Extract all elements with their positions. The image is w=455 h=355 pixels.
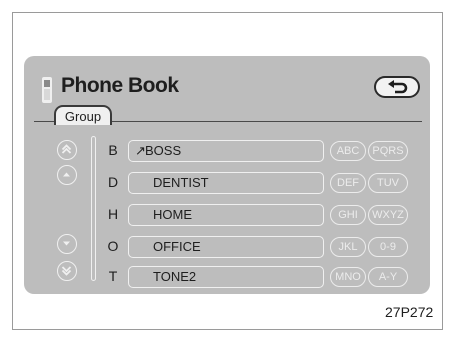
index-letter: H [107,206,119,222]
entry-name: TONE2 [153,269,197,284]
return-arrow-icon [388,80,408,94]
list-item-boss[interactable]: ↗ BOSS [128,140,324,162]
letter-button-pqrs[interactable]: PQRS [368,141,408,161]
chevron-up-icon [63,172,70,177]
page-down-button[interactable] [57,261,77,281]
phone-icon [42,77,52,103]
entry-name: DENTIST [153,175,209,190]
letter-button-jkl[interactable]: JKL [330,237,366,257]
list-item-home[interactable]: HOME [128,204,324,226]
page-title: Phone Book [61,74,179,97]
tab-group[interactable]: Group [54,105,112,125]
entry-name: BOSS [145,143,182,158]
double-chevron-up-icon [61,144,72,154]
letter-button-a-y[interactable]: A-Y [368,267,408,287]
index-letter: T [108,268,118,284]
line-up-button[interactable] [57,165,77,185]
back-button[interactable] [374,76,420,98]
index-letter: O [107,238,119,254]
entry-name: HOME [153,207,192,222]
letter-button-def[interactable]: DEF [330,173,366,193]
index-letter: B [108,142,118,158]
letter-button-0-9[interactable]: 0-9 [368,237,408,257]
letter-button-ghi[interactable]: GHI [330,205,366,225]
chevron-down-icon [63,241,70,246]
list-item-tone2[interactable]: TONE2 [128,266,324,288]
phone-book-screen: Phone Book Group B ↗ BOSS ABC PQRS D DEN… [24,56,430,294]
letter-button-abc[interactable]: ABC [330,141,366,161]
list-item-dentist[interactable]: DENTIST [128,172,324,194]
page-up-button[interactable] [57,140,77,160]
entry-name: OFFICE [153,239,201,254]
figure-caption: 27P272 [385,304,434,320]
list-item-office[interactable]: OFFICE [128,236,324,258]
index-letter: D [107,174,119,190]
letter-button-tuv[interactable]: TUV [368,173,408,193]
letter-button-mno[interactable]: MNO [330,267,366,287]
letter-button-wxyz[interactable]: WXYZ [368,205,408,225]
line-down-button[interactable] [57,234,77,254]
double-chevron-down-icon [61,266,72,276]
scroll-bar[interactable] [91,136,96,281]
